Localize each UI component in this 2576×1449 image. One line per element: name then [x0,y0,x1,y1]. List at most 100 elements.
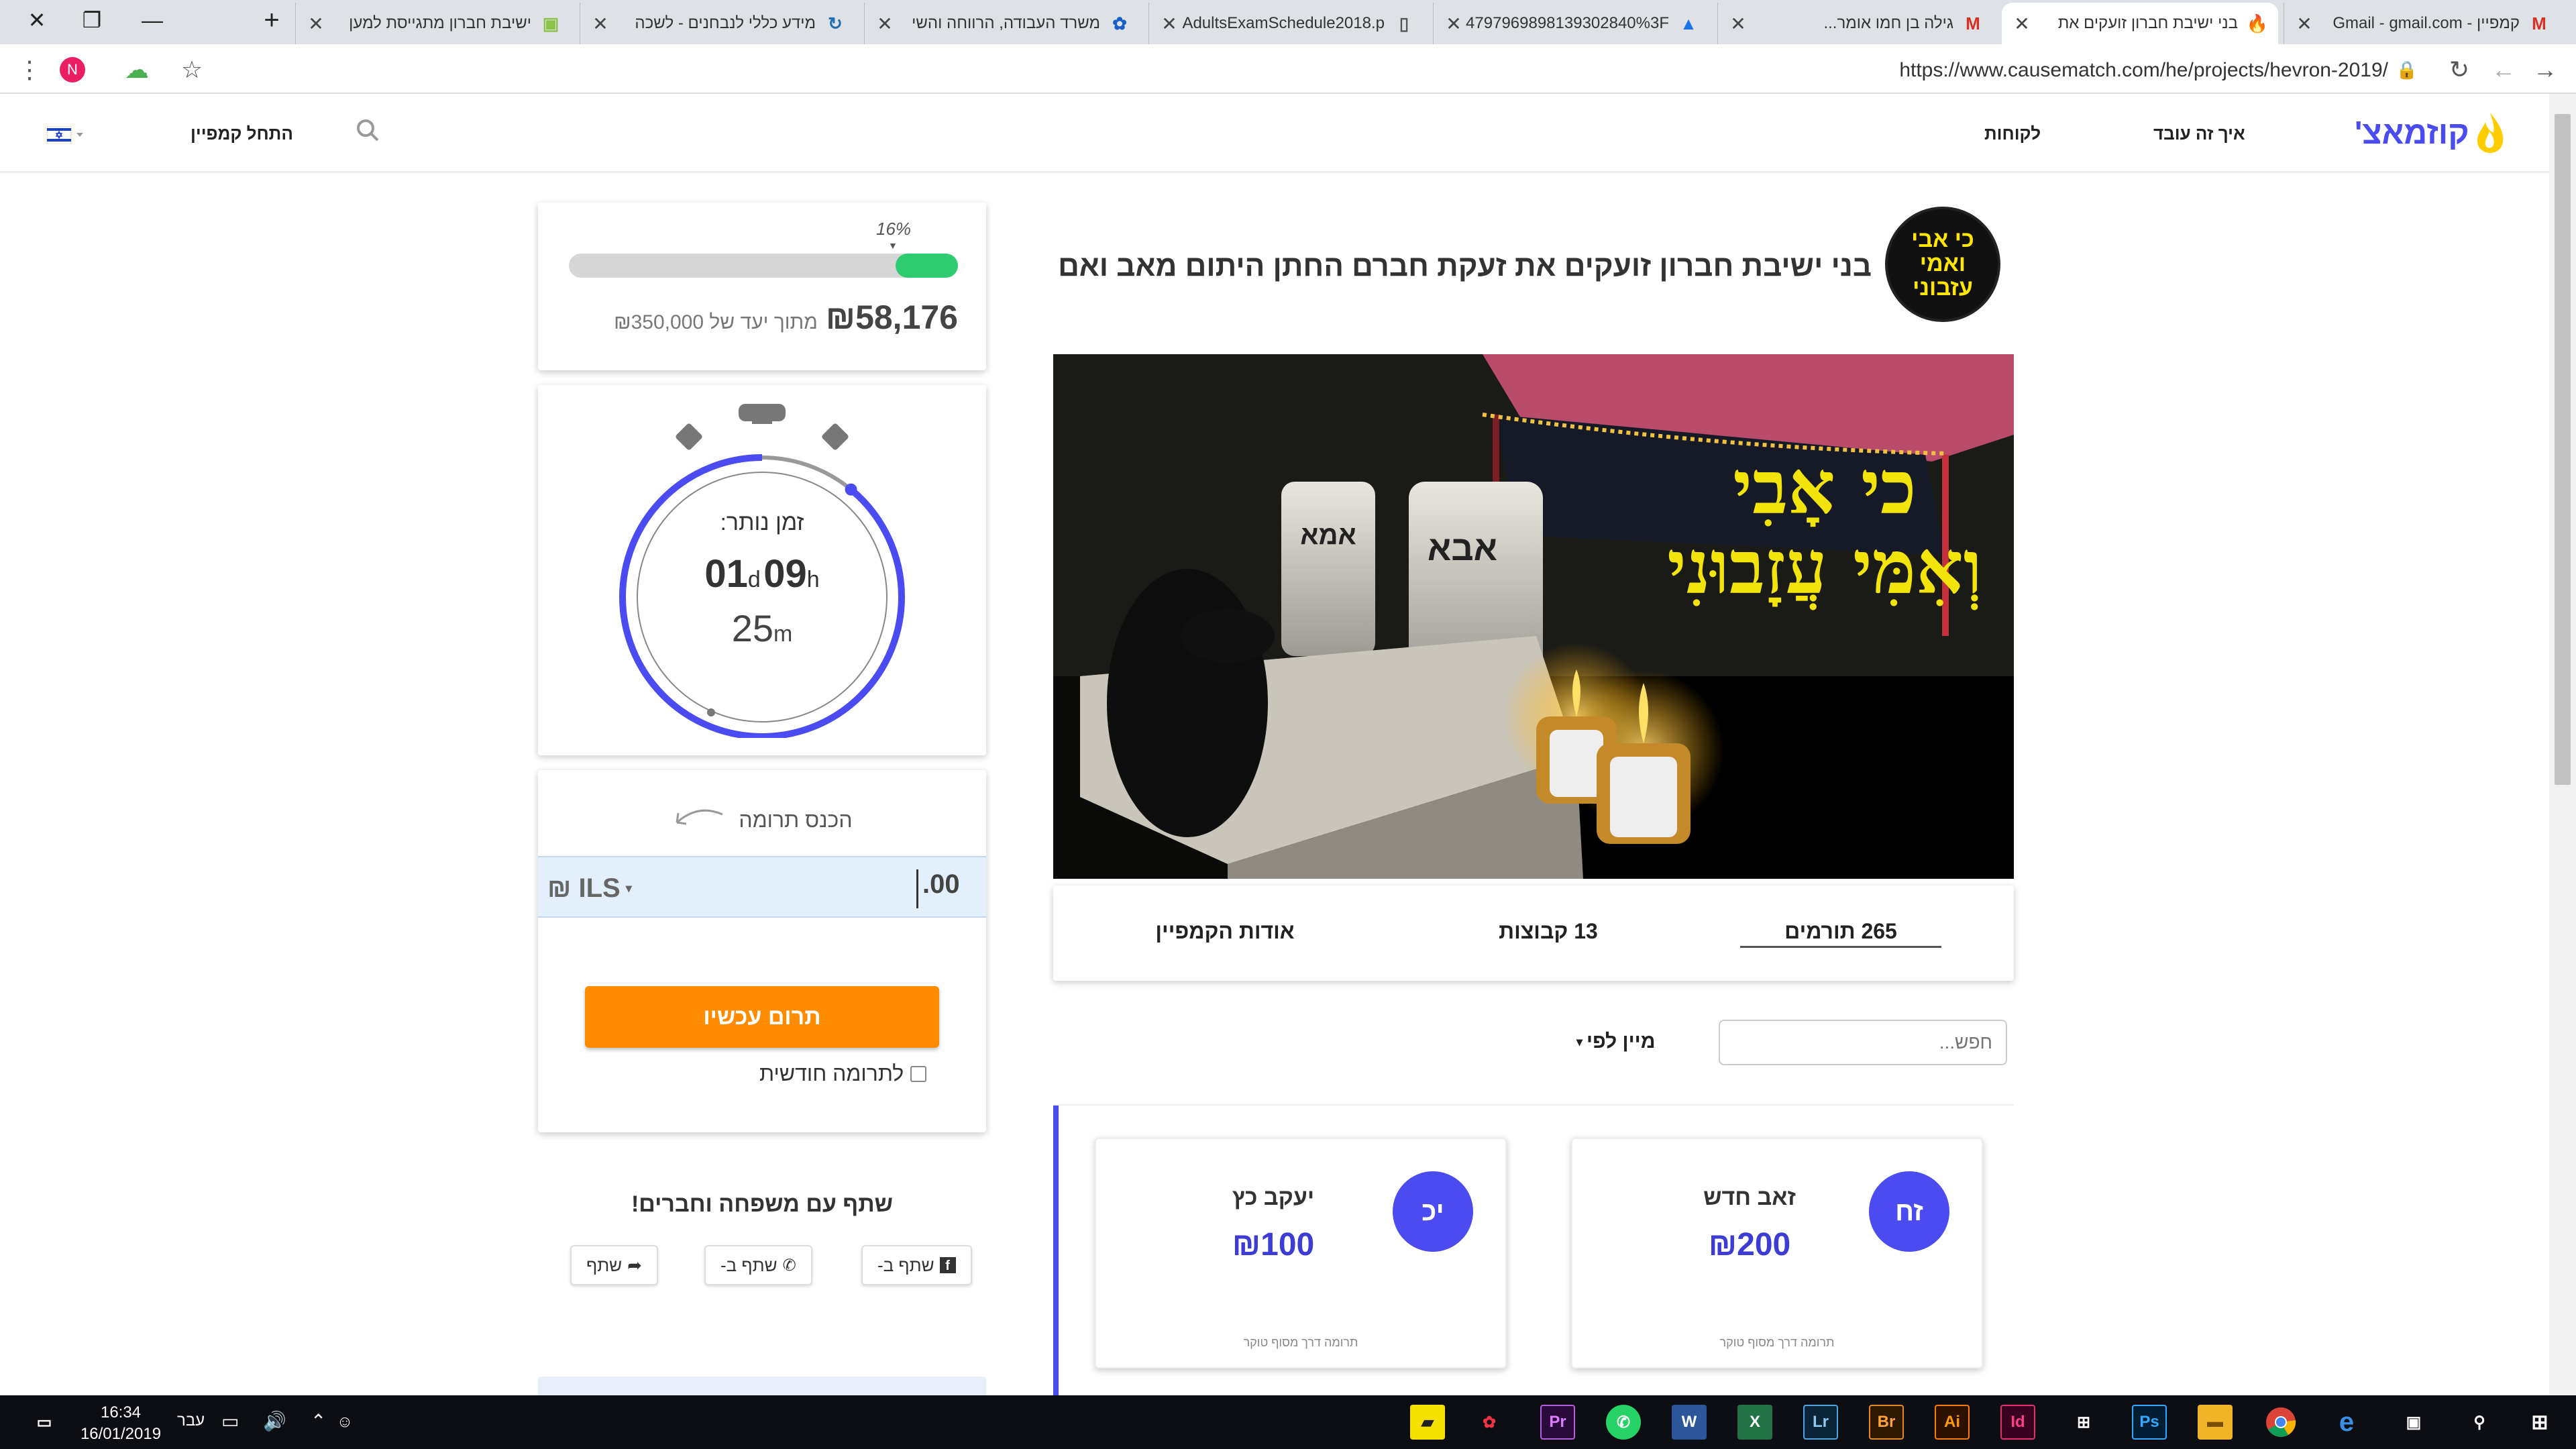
lightroom-icon[interactable]: Lr [1803,1405,1838,1440]
caret-down-icon: ▾ [1576,1034,1583,1049]
store-icon[interactable]: ⊞ [2066,1405,2101,1440]
browser-tab[interactable]: ✿ משרד העבודה, הרווחה והשי ✕ [864,3,1140,44]
windows-taskbar: ▭ 16:34 16/01/2019 עבר ▭ 🔊 ⌃ ☺ ▰ ✿ Pr ✆ … [0,1395,2576,1449]
donor-list: זח זאב חדש ₪200 תרומה דרך מסוף טוקר יכ י… [1053,1104,2014,1397]
app-icon[interactable]: ✿ [1472,1405,1507,1440]
photoshop-icon[interactable]: Ps [2132,1405,2167,1440]
monthly-donation-option[interactable]: לתרומה חודשית [759,1061,927,1086]
gmail-icon: M [1966,13,1980,34]
site-logo[interactable]: קוזמאצ' [2355,111,2507,154]
scrollbar-thumb[interactable] [2555,114,2571,785]
share-facebook-button[interactable]: f שתף ב- [861,1245,972,1285]
word-icon[interactable]: W [1672,1405,1707,1440]
tab-about[interactable]: אודות הקמפיין [1124,919,1326,944]
tab-groups[interactable]: 13 קבוצות [1448,919,1649,944]
file-explorer-icon[interactable]: ▬ [2198,1405,2233,1440]
browser-tab[interactable]: ▣ ישיבת חברון מתגייסת למען ✕ [295,3,572,44]
browser-tab[interactable]: ▲ 4797969898139302840%3F ✕ [1433,3,1709,44]
excel-icon[interactable]: X [1737,1405,1772,1440]
donor-avatar: זח [1869,1171,1949,1252]
timer-minutes: 25m [731,607,793,649]
windows-start-icon[interactable]: ⊞ [2522,1405,2557,1440]
next-card-edge [538,1377,986,1395]
input-language[interactable]: עבר [177,1411,205,1430]
browser-tab-active[interactable]: 🔥 בני ישיבת חברון זועקים את ✕ [2002,3,2278,44]
close-tab-icon[interactable]: ✕ [1444,13,1463,35]
brand-name: קוזמאצ' [2355,115,2469,151]
edge-icon[interactable]: e [2329,1405,2364,1440]
url-field[interactable]: https://www.causematch.com/he/projects/h… [1878,59,2388,82]
close-tab-icon[interactable]: ✕ [875,13,894,35]
browser-tab-strip: ✕ ❐ — + M קמפיין - Gmail - gmail.com ✕ 🔥… [0,0,2576,44]
reload-icon[interactable]: ↻ [2440,51,2478,89]
menu-dots-icon[interactable]: ⋮ [11,51,48,89]
browser-tab[interactable]: ▯ AdultsExamSchedule2018.p ✕ [1148,3,1425,44]
share-title: שתף עם משפחה וחברים! [631,1191,894,1217]
campaign-tabs: 265 תורמים 13 קבוצות אודות הקמפיין [1053,885,2014,981]
curved-arrow-icon [676,809,724,825]
flame-logo-icon [2477,113,2504,153]
whatsapp-app-icon[interactable]: ✆ [1606,1405,1641,1440]
indesign-icon[interactable]: Id [2000,1405,2035,1440]
progress-bar-fill [896,254,958,278]
illustrator-icon[interactable]: Ai [1935,1405,1970,1440]
browser-tab[interactable]: M גילה בן חמו אומר... ✕ [1717,3,1994,44]
extension-icon[interactable]: ☁ [118,51,156,89]
page-scrollbar[interactable] [2549,94,2576,1395]
search-icon[interactable] [356,118,380,148]
raised-amount: ₪58,176 [825,299,958,336]
progress-bar [569,254,958,278]
nav-how-it-works[interactable]: איך זה עובד [2153,123,2245,144]
profile-avatar[interactable]: N [54,51,91,89]
donor-avatar: יכ [1393,1171,1473,1252]
lock-icon: 🔒 [2396,59,2418,80]
task-view-icon[interactable]: ▣ [2396,1405,2431,1440]
marker-caret-icon: ▼ [888,240,898,251]
forward-icon[interactable]: ← [2485,51,2522,89]
share-button[interactable]: ➦ שתף [570,1245,658,1285]
start-campaign-link[interactable]: התחל קמפיין [191,123,293,144]
close-tab-icon[interactable]: ✕ [307,13,325,35]
donor-list-accent [1053,1106,1059,1397]
donor-search-input[interactable] [1719,1020,2007,1065]
back-icon[interactable]: → [2526,51,2564,89]
donation-amount-input[interactable]: .00 [916,869,960,908]
language-selector[interactable] [46,125,87,147]
minimize-window-icon[interactable]: — [115,0,189,40]
sort-dropdown[interactable]: מיין לפי ▾ [1576,1030,1655,1053]
donate-now-button[interactable]: תרום עכשיו [585,986,939,1048]
system-tray-icons[interactable]: ▭ 🔊 ⌃ [221,1410,335,1432]
causematch-flame-icon: 🔥 [2246,13,2269,34]
share-arrow-icon: ➦ [627,1254,642,1275]
bookmark-star-icon[interactable]: ☆ [173,51,211,89]
chrome-icon[interactable] [2263,1405,2298,1440]
enter-donation-label: הכנס תרומה [739,807,853,832]
close-tab-icon[interactable]: ✕ [2295,13,2314,35]
close-tab-icon[interactable]: ✕ [591,13,610,35]
browser-tab[interactable]: M קמפיין - Gmail - gmail.com ✕ [2284,3,2560,44]
donor-note: תרומה דרך מסוף טוקר [1243,1336,1358,1349]
enter-donation-row: הכנס תרומה [538,806,986,833]
premiere-icon[interactable]: Pr [1540,1405,1575,1440]
monthly-checkbox[interactable] [910,1065,927,1082]
search-taskbar-icon[interactable]: ⚲ [2462,1405,2497,1440]
donor-name: יעקב כץ [1232,1185,1315,1210]
sticky-notes-icon[interactable]: ▰ [1410,1405,1445,1440]
nav-clients[interactable]: לקוחות [1984,123,2041,144]
bridge-icon[interactable]: Br [1869,1405,1904,1440]
people-icon[interactable]: ☺ [327,1405,362,1440]
share-whatsapp-button[interactable]: ✆ שתף ב- [704,1245,812,1285]
close-tab-icon[interactable]: ✕ [1160,13,1179,35]
caret-down-icon: ▾ [625,881,632,895]
site-header: קוזמאצ' איך זה עובד לקוחות התחל קמפיין [0,94,2549,173]
close-tab-icon[interactable]: ✕ [1729,13,1748,35]
taskbar-clock[interactable]: 16:34 16/01/2019 [74,1402,168,1445]
currency-select[interactable]: ₪ ILS ▾ [547,873,632,904]
browser-tab[interactable]: ↻ מידע כללי לנבחנים - לשכה ✕ [580,3,856,44]
action-center-icon[interactable]: ▭ [27,1405,62,1440]
tab-active-indicator [1740,946,1941,948]
timer-days-hours: 01d 09h [704,552,820,596]
israel-flag-icon [46,125,83,144]
close-tab-icon[interactable]: ✕ [2012,13,2031,35]
tab-donors[interactable]: 265 תורמים [1740,919,1941,944]
